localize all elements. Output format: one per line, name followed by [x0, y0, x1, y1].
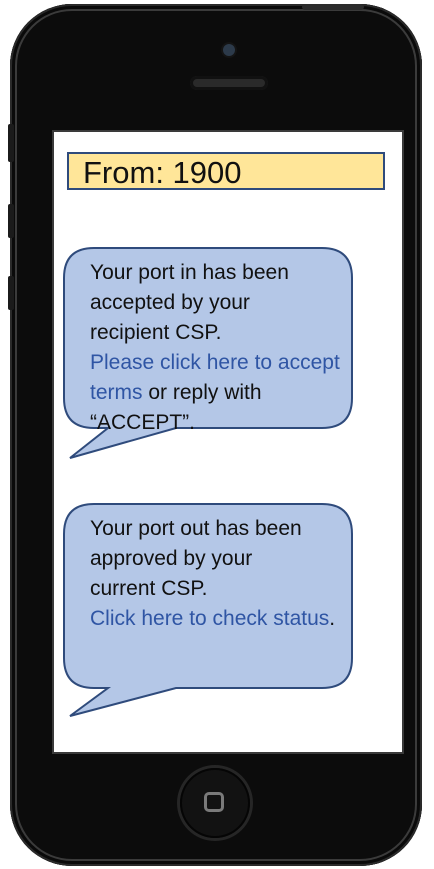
message-text: Your port out has been approved by your … [90, 514, 342, 634]
sender-label: From: 1900 [83, 155, 242, 190]
sender-header: From: 1900 [67, 152, 385, 190]
message-tail-text: . [329, 607, 336, 630]
speaker-grille [190, 76, 268, 90]
message-line: recipient CSP. [90, 321, 222, 344]
home-square-icon [204, 792, 224, 812]
mute-switch[interactable] [8, 124, 14, 162]
check-status-link[interactable]: Click here to check status [90, 607, 329, 630]
message-bubble: Your port out has been approved by your … [63, 503, 353, 718]
message-line: approved by your [90, 547, 253, 570]
phone-frame: From: 1900 Your port in has been accepte… [8, 4, 422, 866]
message-text: Your port in has been accepted by your r… [90, 258, 342, 438]
camera-icon [223, 44, 235, 56]
home-button[interactable] [180, 768, 250, 838]
message-line: Your port in has been [90, 261, 289, 284]
message-bubble: Your port in has been accepted by your r… [63, 247, 353, 462]
message-line: current CSP. [90, 577, 208, 600]
phone-screen: From: 1900 Your port in has been accepte… [54, 132, 402, 752]
volume-up-button[interactable] [8, 204, 14, 238]
message-line: accepted by your [90, 291, 250, 314]
power-button[interactable] [302, 4, 364, 10]
message-link-paragraph: Click here to check status. [90, 604, 342, 634]
volume-down-button[interactable] [8, 276, 14, 310]
message-line: Your port out has been [90, 517, 302, 540]
message-link-paragraph: Please click here to accept terms or rep… [90, 348, 342, 438]
